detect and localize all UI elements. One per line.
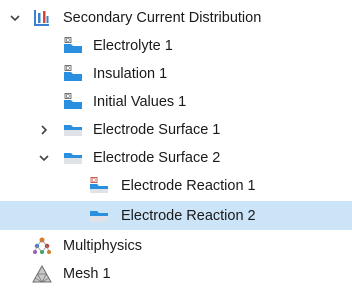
svg-text:D: D	[66, 94, 70, 100]
chevron-down-icon[interactable]	[8, 11, 22, 25]
tree-node-multiphysics[interactable]: Multiphysics	[0, 233, 352, 259]
electrode-surface-icon	[63, 120, 83, 140]
chevron-down-icon[interactable]	[37, 151, 51, 165]
tree-node-label: Multiphysics	[63, 238, 142, 254]
tree-node-label: Mesh 1	[63, 266, 111, 282]
tree-node-secondary-current-distribution[interactable]: Secondary Current Distribution	[0, 5, 352, 31]
electrode-reaction-default-icon: D	[89, 176, 109, 196]
electrode-reaction-icon	[89, 206, 109, 226]
chevron-right-icon[interactable]	[37, 123, 51, 137]
tree-node-label: Initial Values 1	[93, 94, 187, 110]
svg-text:D: D	[92, 178, 96, 184]
tree-node-label: Electrode Surface 1	[93, 122, 221, 138]
tree-node-label: Electrolyte 1	[93, 38, 173, 54]
tree-node-label: Secondary Current Distribution	[63, 10, 262, 26]
mesh-icon	[32, 264, 52, 284]
tree-node-insulation-1[interactable]: D Insulation 1	[0, 61, 352, 87]
tree-node-label: Electrode Reaction 2	[121, 208, 256, 224]
tree-node-label: Insulation 1	[93, 66, 168, 82]
multiphysics-icon	[32, 236, 52, 256]
tree-node-electrode-reaction-2[interactable]: Electrode Reaction 2	[0, 201, 352, 230]
domain-feature-icon: D	[63, 92, 83, 112]
tree-node-label: Electrode Surface 2	[93, 150, 221, 166]
svg-text:D: D	[66, 66, 70, 72]
tree-node-initial-values-1[interactable]: D Initial Values 1	[0, 89, 352, 115]
svg-text:D: D	[66, 38, 70, 44]
tree-node-electrode-surface-1[interactable]: Electrode Surface 1	[0, 117, 352, 143]
electrode-surface-icon	[63, 148, 83, 168]
domain-feature-icon: D	[63, 36, 83, 56]
tree-node-electrolyte-1[interactable]: D Electrolyte 1	[0, 33, 352, 59]
model-tree: Secondary Current Distribution D Electro…	[0, 0, 352, 288]
tree-node-electrode-surface-2[interactable]: Electrode Surface 2	[0, 145, 352, 171]
boundary-feature-icon: D	[63, 64, 83, 84]
tree-node-label: Electrode Reaction 1	[121, 178, 256, 194]
secondary-current-icon	[32, 8, 52, 28]
tree-node-mesh-1[interactable]: Mesh 1	[0, 261, 352, 287]
tree-node-electrode-reaction-1[interactable]: D Electrode Reaction 1	[0, 173, 352, 199]
